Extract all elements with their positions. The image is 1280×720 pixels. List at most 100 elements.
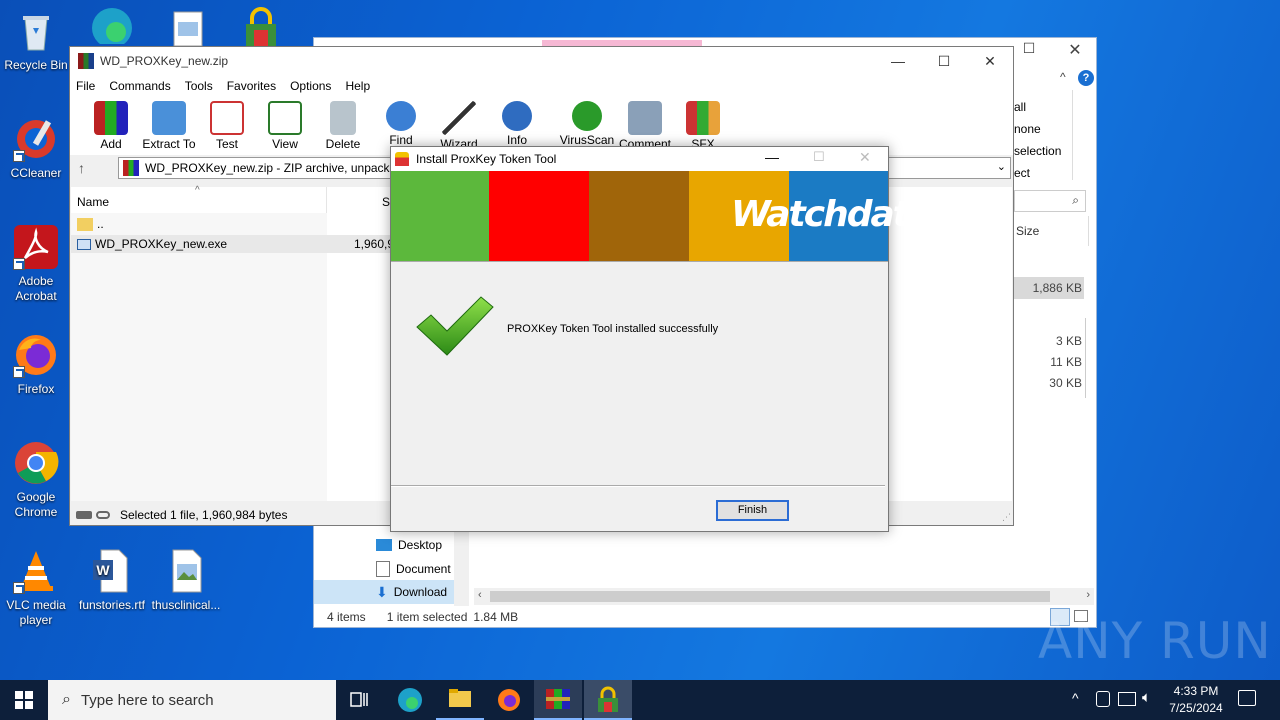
dialog-titlebar[interactable]: Install ProxKey Token Tool — ☐ ✕ <box>391 147 888 171</box>
taskbar-edge-button[interactable] <box>396 686 424 714</box>
close-button[interactable]: ✕ <box>1060 40 1090 64</box>
desktop-icon-firefox[interactable]: Firefox <box>0 332 72 397</box>
file-row-exe[interactable]: WD_PROXKey_new.exe 1,960,9 <box>71 235 394 253</box>
resize-grip-icon[interactable]: ⋰ <box>1002 512 1011 523</box>
column-header-size[interactable]: Si <box>328 187 393 213</box>
winrar-window-title: WD_PROXKey_new.zip <box>100 54 229 68</box>
size-column-header[interactable]: Size <box>1016 224 1039 238</box>
maximize-button[interactable]: ☐ <box>921 47 967 75</box>
menu-tools[interactable]: Tools <box>185 79 213 93</box>
network-icon[interactable] <box>1118 692 1136 706</box>
nav-item-documents[interactable]: Document <box>376 558 454 580</box>
dialog-footer-divider <box>391 485 885 487</box>
volume-icon[interactable]: 🔈︎ <box>1142 689 1151 706</box>
select-group: all none selection ect <box>1014 96 1074 184</box>
toolbar-sfx-button[interactable]: SFX <box>674 97 732 151</box>
minimize-button[interactable]: — <box>875 47 921 75</box>
install-dialog[interactable]: Install ProxKey Token Tool — ☐ ✕ Watchda… <box>390 146 932 532</box>
shortcut-arrow-icon <box>13 150 25 162</box>
desktop-icon-adobe-acrobat[interactable]: Adobe Acrobat <box>0 224 72 304</box>
toolbar-delete-button[interactable]: Delete <box>314 97 372 151</box>
horizontal-scrollbar[interactable]: ‹ › <box>474 588 1094 605</box>
nav-item-label: Document <box>396 562 451 576</box>
chevron-down-icon[interactable]: ⌄ <box>997 160 1006 173</box>
tray-device-icon[interactable] <box>1096 691 1110 707</box>
select-all-option[interactable]: all <box>1014 96 1074 118</box>
taskbar-installer-button[interactable] <box>584 680 632 720</box>
banner-block-green <box>391 171 489 261</box>
collapse-ribbon-icon[interactable]: ^ <box>1060 70 1066 84</box>
desktop-icon-funstories[interactable]: W funstories.rtf <box>76 548 148 613</box>
menu-options[interactable]: Options <box>290 79 331 93</box>
minimize-button[interactable]: — <box>765 149 779 165</box>
menu-favorites[interactable]: Favorites <box>227 79 276 93</box>
desktop-icon-image-partial[interactable] <box>170 10 206 47</box>
scroll-thumb[interactable] <box>490 591 1050 602</box>
toolbar-view-button[interactable]: View <box>256 97 314 151</box>
desktop-icon-label: VLC media player <box>6 598 66 627</box>
desktop-icon-lock-partial[interactable] <box>238 6 284 46</box>
desktop-icon-label: Adobe Acrobat <box>15 274 57 303</box>
windows-logo-icon <box>15 691 33 709</box>
toolbar-label: Find <box>389 133 413 147</box>
toolbar-info-button[interactable]: Info <box>488 97 546 147</box>
finish-button[interactable]: Finish <box>716 500 789 521</box>
task-view-button[interactable] <box>348 690 370 710</box>
taskbar-winrar-button[interactable] <box>534 680 582 720</box>
nav-item-downloads[interactable]: ⬇ Download <box>314 580 454 604</box>
menu-commands[interactable]: Commands <box>109 79 170 93</box>
desktop-icon-recycle-bin[interactable]: Recycle Bin <box>0 8 72 73</box>
folder-extract-icon <box>152 101 186 135</box>
up-arrow-icon[interactable]: ↑ <box>78 160 118 176</box>
desktop-icon-vlc[interactable]: VLC media player <box>0 548 72 628</box>
notification-center-button[interactable] <box>1238 690 1256 706</box>
scroll-left-icon[interactable]: ‹ <box>478 589 482 601</box>
anyrun-watermark: ANY RUN <box>1038 606 1271 676</box>
desktop-icon-ccleaner[interactable]: CCleaner <box>0 116 72 181</box>
help-icon[interactable]: ? <box>1078 70 1094 86</box>
dialog-title: Install ProxKey Token Tool <box>416 152 557 166</box>
close-button[interactable]: ✕ <box>967 47 1013 75</box>
desktop-icon-label: Recycle Bin <box>4 58 68 72</box>
toolbar-comment-button[interactable]: Comment <box>616 97 674 151</box>
selection-size: 1.84 MB <box>473 610 519 624</box>
scroll-right-icon[interactable]: › <box>1086 589 1090 601</box>
desktop-icon-edge-partial[interactable] <box>86 4 138 48</box>
search-box[interactable]: ⌕ <box>1014 190 1086 212</box>
chrome-icon <box>13 440 59 486</box>
desktop-icon-thusclinical[interactable]: thusclinical... <box>150 548 222 613</box>
select-none-option[interactable]: none <box>1014 118 1074 140</box>
taskbar-search-box[interactable]: ⌕ Type here to search <box>48 680 336 720</box>
toolbar-virusscan-button[interactable]: VirusScan <box>558 97 616 147</box>
toolbar-test-button[interactable]: Test <box>198 97 256 151</box>
menu-file[interactable]: File <box>76 79 95 93</box>
toolbar-extract-button[interactable]: Extract To <box>140 97 198 151</box>
file-row-parent[interactable]: .. <box>71 215 391 233</box>
selection-count: 1 item selected <box>386 610 468 624</box>
toolbar-label: Info <box>506 133 527 147</box>
menu-help[interactable]: Help <box>345 79 370 93</box>
column-header-name[interactable]: Name ^ <box>71 185 327 213</box>
clock[interactable]: 4:33 PM 7/25/2024 <box>1164 683 1228 717</box>
tray-overflow-icon[interactable]: ^ <box>1072 690 1079 706</box>
maximize-button[interactable]: ☐ <box>1014 40 1044 64</box>
start-button[interactable] <box>0 680 48 720</box>
toolbar-label: Delete <box>325 137 361 151</box>
invert-selection-option[interactable]: selection <box>1014 140 1074 162</box>
size-cell: 1,886 KB <box>1032 281 1082 295</box>
nav-scrollbar[interactable] <box>454 526 469 606</box>
taskbar-firefox-button[interactable] <box>486 680 532 720</box>
toolbar-label: View <box>272 137 298 151</box>
nav-item-desktop[interactable]: Desktop <box>376 534 454 556</box>
nav-item-label: Download <box>393 585 448 599</box>
winrar-titlebar[interactable]: WD_PROXKey_new.zip — ☐ ✕ <box>70 47 1013 75</box>
toolbar-add-button[interactable]: Add <box>82 97 140 151</box>
item-count: 4 items <box>327 610 366 624</box>
desktop-icon-google-chrome[interactable]: Google Chrome <box>0 440 72 520</box>
toolbar-wizard-button[interactable]: Wizard <box>430 97 488 151</box>
explorer-status-bar: 4 items 1 item selected 1.84 MB <box>314 606 1096 628</box>
clock-date: 7/25/2024 <box>1169 701 1223 715</box>
trash-can-icon <box>330 101 356 135</box>
taskbar-explorer-button[interactable] <box>436 680 484 720</box>
toolbar-find-button[interactable]: Find <box>372 97 430 147</box>
